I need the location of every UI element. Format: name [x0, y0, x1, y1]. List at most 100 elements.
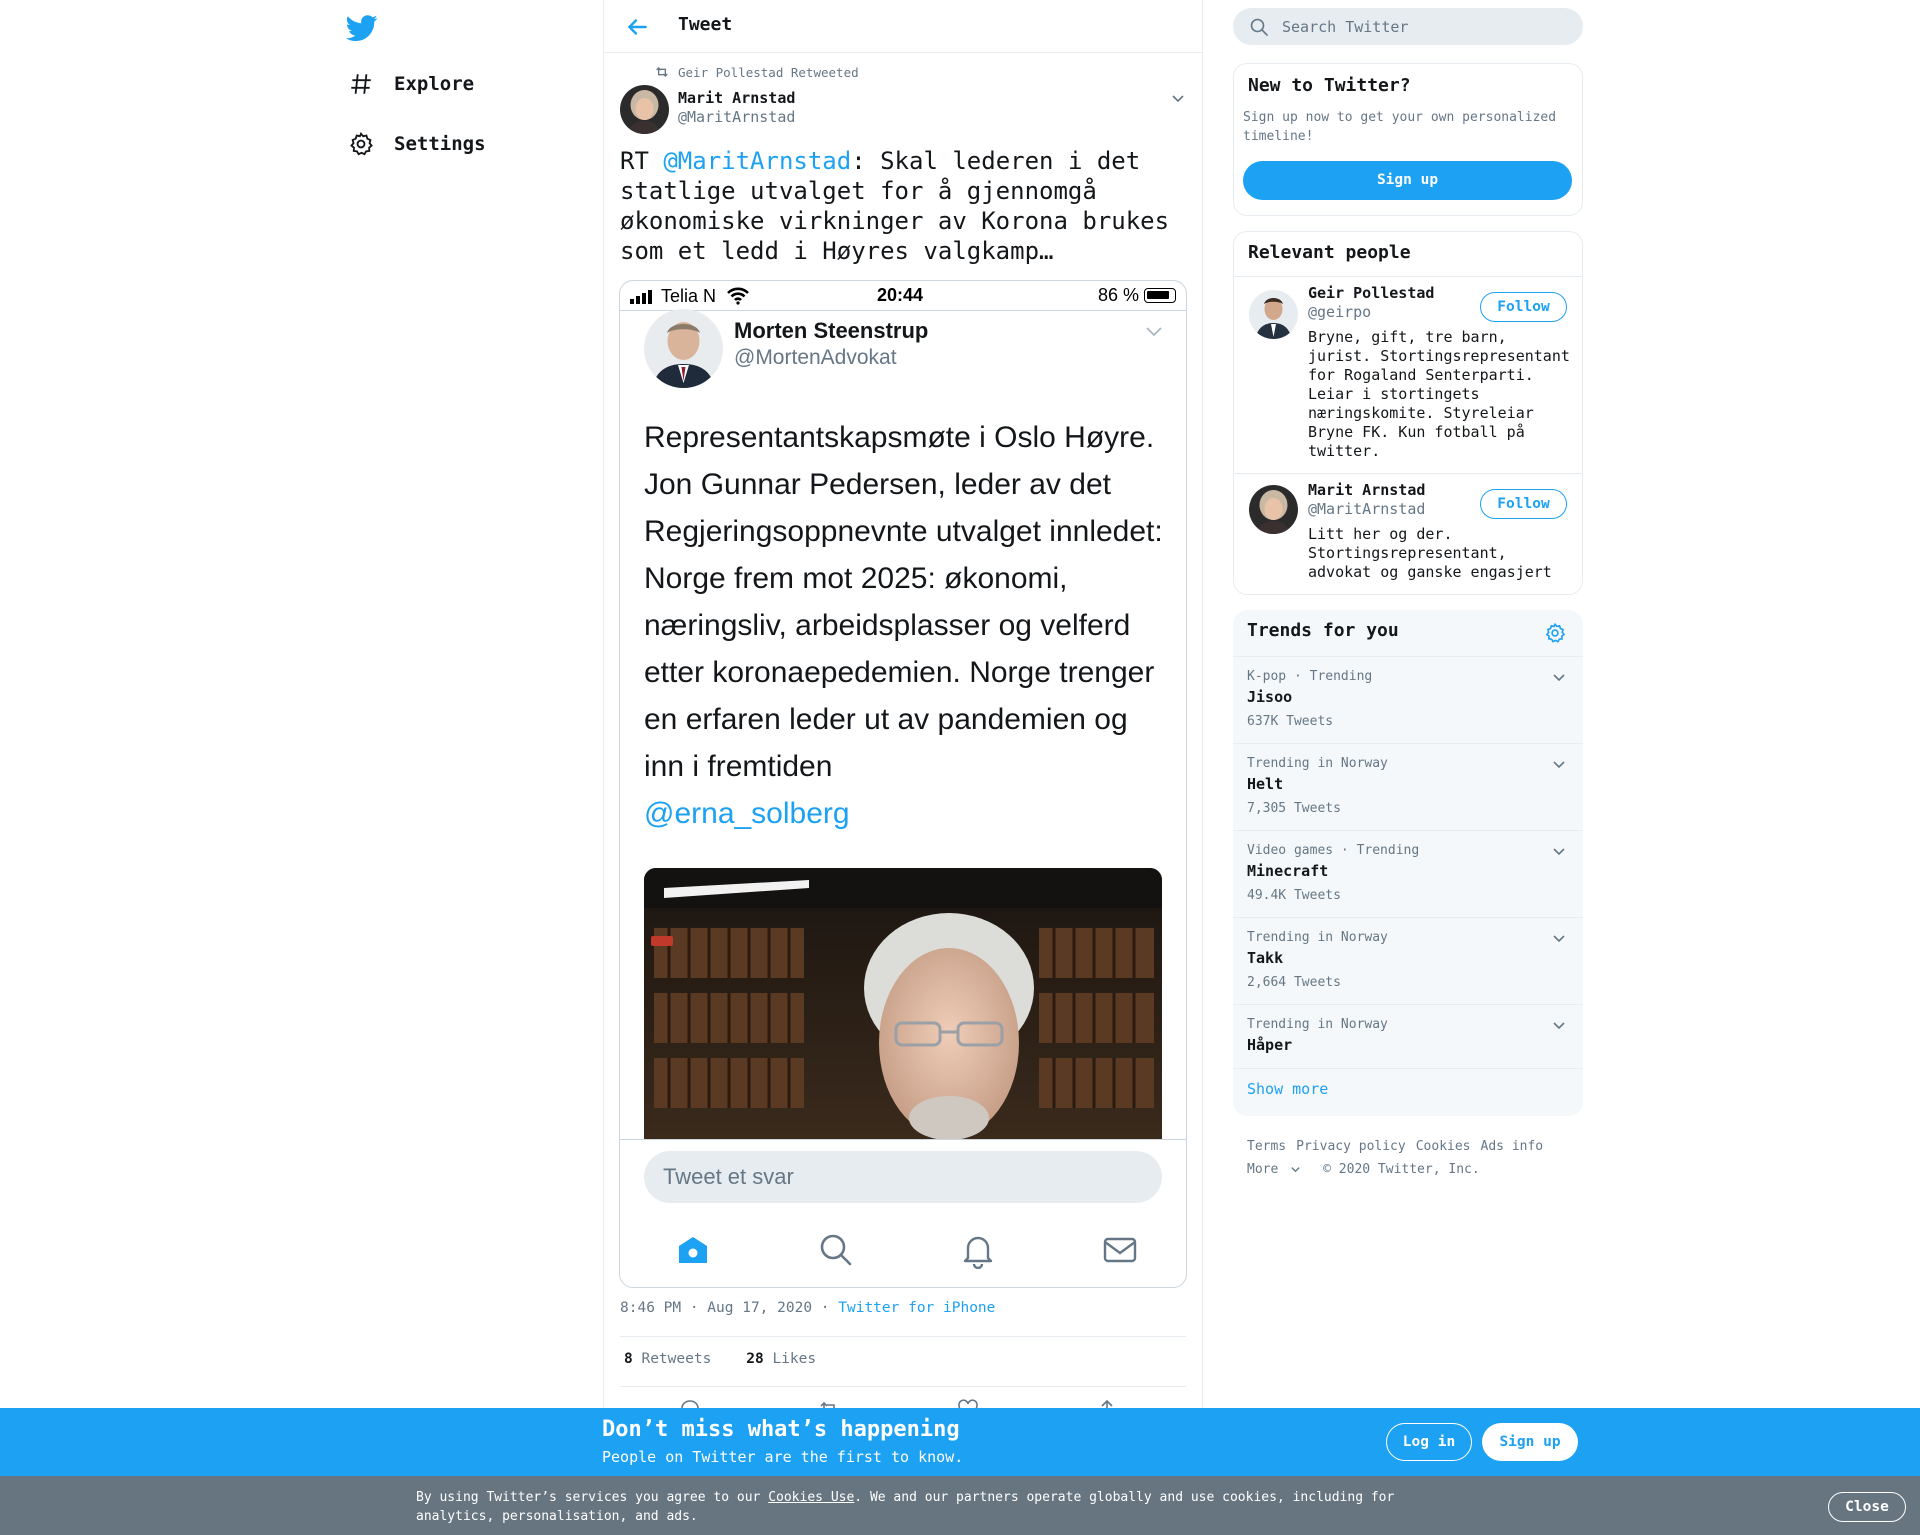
battery-icon — [1144, 288, 1176, 303]
show-more-link[interactable]: Show more — [1247, 1080, 1328, 1098]
inner-author-name: Morten Steenstrup — [734, 318, 929, 343]
person-name[interactable]: Marit Arnstad — [1308, 481, 1425, 499]
relevant-people-title: Relevant people — [1248, 242, 1411, 263]
chevron-down-icon[interactable] — [1551, 669, 1567, 685]
tweet-mention-link[interactable]: @MaritArnstad — [663, 147, 851, 175]
tweet-text-prefix: RT — [620, 147, 664, 175]
page-title: Tweet — [678, 14, 733, 35]
like-label: Likes — [772, 1351, 817, 1367]
reply-input: Tweet et svar — [644, 1151, 1162, 1203]
back-arrow-icon[interactable] — [624, 14, 650, 40]
person-avatar[interactable] — [1249, 485, 1298, 534]
carrier-name: Telia N — [661, 286, 717, 306]
trend-item[interactable]: Trending in Norway Håper — [1233, 1004, 1583, 1068]
inner-mention-link: @erna_solberg — [644, 797, 850, 830]
close-button[interactable]: Close — [1828, 1492, 1906, 1522]
trend-tweet-count: 49.4K Tweets — [1247, 888, 1341, 903]
home-icon — [674, 1231, 712, 1269]
person-name[interactable]: Geir Pollestad — [1308, 284, 1434, 302]
retweet-icon — [654, 64, 670, 80]
tweet-text: RT @MaritArnstad: Skal lederen i det sta… — [620, 146, 1180, 266]
battery-percent: 86 % — [1098, 285, 1140, 305]
inner-tweet-text: Representantskapsmøte i Oslo Høyre. Jon … — [644, 414, 1164, 837]
chevron-down-icon[interactable] — [1551, 843, 1567, 859]
new-to-twitter-description: Sign up now to get your own personalized… — [1243, 110, 1557, 144]
footer-terms-link[interactable]: Terms — [1247, 1139, 1286, 1154]
trend-item[interactable]: Video games · Trending Minecraft 49.4K T… — [1233, 830, 1583, 917]
phone-clock: 20:44 — [877, 285, 924, 305]
cookie-text-before: By using Twitter’s services you agree to… — [416, 1490, 769, 1505]
nav-explore[interactable]: Explore — [346, 60, 474, 108]
bell-icon — [959, 1231, 997, 1269]
phone-status-bar: Telia N 20:44 86 % — [620, 281, 1186, 311]
follow-button[interactable]: Follow — [1480, 292, 1567, 322]
timestamp-text: 8:46 PM · Aug 17, 2020 · — [620, 1300, 830, 1316]
author-handle[interactable]: @MaritArnstad — [678, 108, 795, 126]
trend-item[interactable]: Trending in Norway Takk 2,664 Tweets — [1233, 917, 1583, 1004]
cookie-consent-bar: By using Twitter’s services you agree to… — [0, 1476, 1920, 1535]
trends-settings-gear-icon[interactable] — [1544, 622, 1566, 644]
trend-name: Minecraft — [1247, 862, 1329, 880]
inner-video-still — [644, 868, 1162, 1140]
divider — [620, 1386, 1186, 1387]
divider — [1233, 1068, 1583, 1069]
new-to-twitter-card: New to Twitter? Sign up now to get your … — [1233, 63, 1583, 216]
tweet-stats: 8 Retweets 28 Likes — [624, 1351, 816, 1367]
footer-copyright: © 2020 Twitter, Inc. — [1323, 1162, 1480, 1177]
trend-item[interactable]: K-pop · Trending Jisoo 637K Tweets — [1233, 656, 1583, 743]
new-to-twitter-title: New to Twitter? — [1248, 75, 1411, 96]
trend-tweet-count: 637K Tweets — [1247, 714, 1334, 729]
trend-name: Helt — [1247, 775, 1284, 793]
person-handle[interactable]: @MaritArnstad — [1308, 500, 1425, 518]
footer-privacy-link[interactable]: Privacy policy — [1296, 1139, 1406, 1154]
person-handle[interactable]: @geirpo — [1308, 303, 1371, 321]
retweets-stat[interactable]: 8 Retweets — [624, 1351, 711, 1367]
main-column: Tweet Geir Pollestad Retweeted Marit Arn… — [603, 0, 1203, 1420]
search-input[interactable]: Search Twitter — [1282, 18, 1408, 36]
footer-cookies-link[interactable]: Cookies — [1416, 1139, 1471, 1154]
divider — [620, 1336, 1186, 1337]
sidebar-signup-button[interactable]: Sign up — [1243, 161, 1572, 200]
nav-settings[interactable]: Settings — [346, 120, 486, 168]
banner-signup-button[interactable]: Sign up — [1482, 1423, 1578, 1461]
trends-card: Trends for you K-pop · Trending Jisoo 63… — [1233, 610, 1583, 1116]
trend-item[interactable]: Trending in Norway Helt 7,305 Tweets — [1233, 743, 1583, 830]
person-avatar[interactable] — [1249, 290, 1298, 339]
cookies-use-link[interactable]: Cookies Use — [768, 1490, 854, 1505]
likes-stat[interactable]: 28 Likes — [746, 1351, 816, 1367]
tweet-source-link[interactable]: Twitter for iPhone — [838, 1300, 995, 1316]
search-bar[interactable]: Search Twitter — [1233, 8, 1583, 45]
signal-icon — [630, 290, 656, 304]
trend-context: Trending in Norway — [1247, 756, 1388, 771]
trend-context: Trending in Norway — [1247, 930, 1388, 945]
chevron-down-icon[interactable] — [1551, 930, 1567, 946]
nav-explore-label: Explore — [394, 73, 475, 95]
banner-subtitle: People on Twitter are the first to know. — [602, 1448, 964, 1466]
chevron-down-icon[interactable] — [1170, 90, 1186, 106]
relevant-people-card: Relevant people Geir Pollestad @geirpo F… — [1233, 231, 1583, 595]
chevron-down-icon[interactable] — [1551, 756, 1567, 772]
trend-context: Trending in Norway — [1247, 1017, 1388, 1032]
retweet-context[interactable]: Geir Pollestad Retweeted — [654, 64, 859, 80]
login-button[interactable]: Log in — [1386, 1423, 1472, 1461]
twitter-logo-icon[interactable] — [346, 12, 378, 44]
trend-context: Video games · Trending — [1247, 843, 1420, 858]
tweet-media-image[interactable]: Telia N 20:44 86 % Morten Steenstrup @Mo… — [619, 280, 1187, 1288]
follow-button[interactable]: Follow — [1480, 489, 1567, 519]
nav-settings-label: Settings — [394, 133, 486, 155]
author-name[interactable]: Marit Arnstad — [678, 89, 795, 107]
gear-icon — [346, 129, 376, 159]
cookie-text: By using Twitter’s services you agree to… — [416, 1488, 1426, 1526]
retweet-label: Retweets — [641, 1351, 712, 1367]
battery-level-fill — [1147, 291, 1169, 299]
trend-tweet-count: 2,664 Tweets — [1247, 975, 1341, 990]
signup-prompt-banner: Don’t miss what’s happening People on Tw… — [0, 1408, 1920, 1476]
trends-title: Trends for you — [1247, 620, 1399, 641]
author-avatar[interactable] — [620, 85, 669, 134]
footer-ads-info-link[interactable]: Ads info — [1481, 1139, 1544, 1154]
like-count: 28 — [746, 1351, 764, 1367]
chevron-down-icon[interactable] — [1551, 1017, 1567, 1033]
footer-more-button[interactable]: More — [1247, 1162, 1311, 1177]
tweet-header: Tweet — [604, 0, 1202, 53]
search-icon — [1250, 18, 1268, 36]
